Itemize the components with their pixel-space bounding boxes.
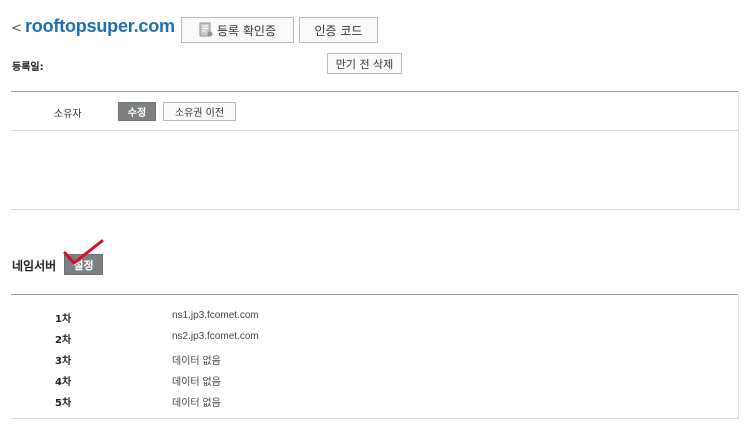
nameserver-title: 네임서버 bbox=[12, 259, 57, 273]
registration-date-label: 등록일: bbox=[12, 62, 44, 73]
nameserver-set-button[interactable]: 설정 bbox=[64, 254, 103, 275]
section-divider bbox=[11, 91, 739, 92]
nameserver-row-label: 1차 bbox=[55, 314, 72, 325]
nameserver-row-value: 데이터 없음 bbox=[172, 398, 221, 409]
nameserver-row: 4차 데이터 없음 bbox=[0, 370, 740, 390]
domain-title: rooftopsuper.com bbox=[25, 16, 175, 36]
row-divider bbox=[11, 209, 739, 210]
registration-certificate-button[interactable]: 등록 확인증 bbox=[181, 17, 294, 43]
nameserver-row-value: ns2.jp3.fcomet.com bbox=[172, 331, 259, 342]
delete-before-expiry-button[interactable]: 만기 전 삭제 bbox=[327, 53, 402, 74]
back-icon[interactable]: < bbox=[11, 21, 22, 36]
nameserver-row: 2차 ns2.jp3.fcomet.com bbox=[0, 328, 740, 348]
nameserver-row-label: 3차 bbox=[55, 356, 72, 367]
nameserver-row-label: 5차 bbox=[55, 398, 72, 409]
nameserver-row-label: 2차 bbox=[55, 335, 72, 346]
auth-code-button[interactable]: 인증 코드 bbox=[299, 17, 378, 43]
certificate-icon bbox=[199, 22, 213, 37]
row-divider bbox=[11, 418, 739, 419]
auth-code-label: 인증 코드 bbox=[314, 23, 363, 38]
section-divider bbox=[11, 294, 739, 295]
row-divider bbox=[11, 130, 739, 131]
nameserver-row: 5차 데이터 없음 bbox=[0, 391, 740, 411]
nameserver-row: 1차 ns1.jp3.fcomet.com bbox=[0, 307, 740, 327]
registration-certificate-label: 등록 확인증 bbox=[216, 23, 276, 38]
nameserver-row-value: ns1.jp3.fcomet.com bbox=[172, 310, 259, 321]
transfer-ownership-label: 소유권 이전 bbox=[174, 108, 225, 119]
section-edge bbox=[738, 91, 739, 209]
nameserver-row-label: 4차 bbox=[55, 377, 72, 388]
transfer-ownership-button[interactable]: 소유권 이전 bbox=[163, 102, 236, 121]
owner-edit-label: 수정 bbox=[127, 108, 147, 119]
nameserver-row-value: 데이터 없음 bbox=[172, 356, 221, 367]
nameserver-row: 3차 데이터 없음 bbox=[0, 349, 740, 369]
nameserver-set-label: 설정 bbox=[73, 258, 94, 272]
owner-label: 소유자 bbox=[54, 109, 82, 120]
delete-before-expiry-label: 만기 전 삭제 bbox=[335, 57, 394, 71]
nameserver-row-value: 데이터 없음 bbox=[172, 377, 221, 388]
owner-edit-button[interactable]: 수정 bbox=[118, 102, 156, 121]
